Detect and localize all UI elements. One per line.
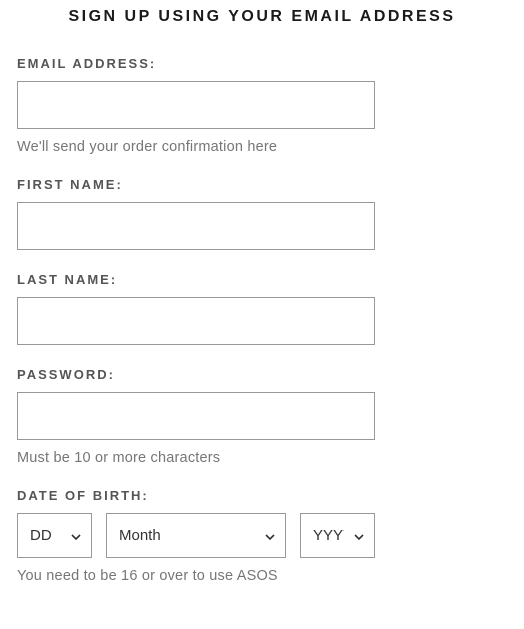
dob-field-group: DATE OF BIRTH: DD Month YYYY bbox=[17, 488, 507, 584]
password-help-text: Must be 10 or more characters bbox=[17, 450, 507, 466]
last-name-input[interactable] bbox=[17, 297, 375, 345]
password-field-group: PASSWORD: Must be 10 or more characters bbox=[17, 367, 507, 466]
dob-year-wrapper: YYYY bbox=[300, 513, 375, 558]
last-name-field-group: LAST NAME: bbox=[17, 272, 507, 345]
dob-help-text: You need to be 16 or over to use ASOS bbox=[17, 568, 507, 584]
dob-day-wrapper: DD bbox=[17, 513, 92, 558]
email-help-text: We'll send your order confirmation here bbox=[17, 139, 507, 155]
email-input[interactable] bbox=[17, 81, 375, 129]
dob-month-wrapper: Month bbox=[106, 513, 286, 558]
dob-year-select[interactable]: YYYY bbox=[301, 514, 374, 557]
dob-label: DATE OF BIRTH: bbox=[17, 488, 507, 503]
dob-row: DD Month YYYY bbox=[17, 513, 507, 558]
dob-month-select[interactable]: Month bbox=[107, 514, 285, 557]
email-label: EMAIL ADDRESS: bbox=[17, 56, 507, 71]
password-label: PASSWORD: bbox=[17, 367, 507, 382]
dob-day-select[interactable]: DD bbox=[18, 514, 91, 557]
first-name-field-group: FIRST NAME: bbox=[17, 177, 507, 250]
password-input[interactable] bbox=[17, 392, 375, 440]
page-title: SIGN UP USING YOUR EMAIL ADDRESS bbox=[17, 8, 507, 26]
email-field-group: EMAIL ADDRESS: We'll send your order con… bbox=[17, 56, 507, 155]
first-name-label: FIRST NAME: bbox=[17, 177, 507, 192]
first-name-input[interactable] bbox=[17, 202, 375, 250]
last-name-label: LAST NAME: bbox=[17, 272, 507, 287]
